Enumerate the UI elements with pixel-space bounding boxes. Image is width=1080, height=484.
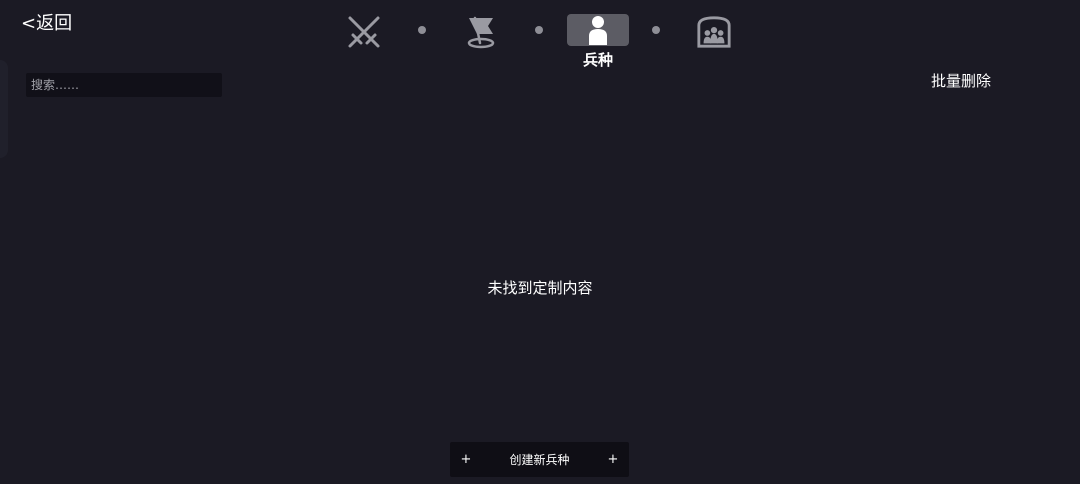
tab-flags[interactable] [463,14,499,50]
castle-group-icon [697,16,731,48]
tab-factions[interactable] [696,14,732,50]
tab-troops-label: 兵种 [582,51,613,69]
side-panel-handle[interactable] [0,60,8,158]
tab-separator-dot [535,26,543,34]
batch-delete-button[interactable]: 批量删除 [920,71,1002,91]
flag-icon [467,16,495,49]
back-button[interactable]: <返回 [21,12,72,36]
tab-troops[interactable] [567,14,629,46]
person-icon [589,16,607,45]
plus-icon: + [460,451,472,467]
tab-separator-dot [418,26,426,34]
tab-separator-dot [652,26,660,34]
create-button-label: 创建新兵种 [509,452,570,467]
crossed-swords-icon [348,16,380,48]
empty-state-message: 未找到定制内容 [487,279,593,297]
tab-battles[interactable] [346,14,382,50]
search-input[interactable] [26,73,222,97]
create-new-troop-button[interactable]: + 创建新兵种 + [450,442,629,477]
plus-icon: + [607,451,619,467]
custom-content-screen: <返回 兵种 [0,0,1080,484]
